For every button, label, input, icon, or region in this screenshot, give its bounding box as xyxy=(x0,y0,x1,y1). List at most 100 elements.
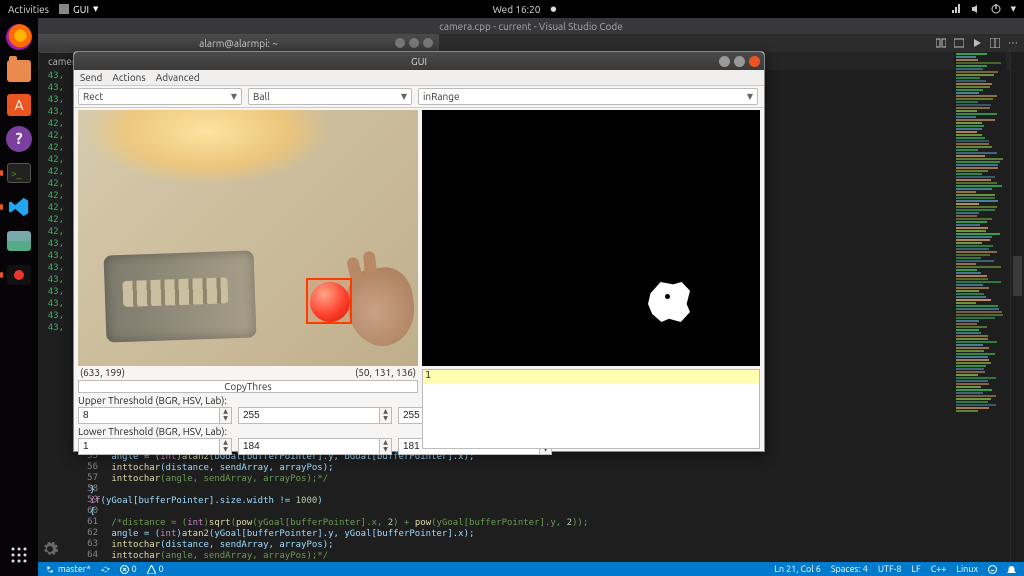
terminal-max-button[interactable] xyxy=(409,38,419,48)
dock-app-terminal[interactable]: >_ xyxy=(4,158,34,188)
dock-app-firefox[interactable] xyxy=(4,22,34,52)
copythres-button[interactable]: CopyThres xyxy=(78,380,418,393)
status-os[interactable]: Linux xyxy=(956,564,978,574)
menu-actions[interactable]: Actions xyxy=(112,72,145,83)
left-pane: (633, 199) (50, 131, 136) CopyThres Uppe… xyxy=(78,110,418,449)
close-button[interactable] xyxy=(749,56,760,67)
bell-icon xyxy=(1007,565,1016,574)
software-icon: A xyxy=(7,94,31,116)
dock-app-vscode[interactable] xyxy=(4,192,34,222)
combo-shape-value: Rect xyxy=(83,91,103,102)
image-icon xyxy=(7,231,31,251)
run-icon[interactable] xyxy=(972,38,982,48)
upper-a-input[interactable] xyxy=(78,407,219,424)
status-spaces[interactable]: Spaces: 4 xyxy=(831,564,868,574)
dock-app-gui[interactable] xyxy=(4,260,34,290)
mask-blob xyxy=(648,282,690,322)
status-lncol[interactable]: Ln 21, Col 6 xyxy=(774,564,820,574)
gui-toolbar: Rect ▼ Ball▼ inRange ▼ xyxy=(74,86,764,108)
lower-a-spin[interactable]: ▲▼ xyxy=(78,438,232,455)
combo-shape[interactable]: Rect ▼ xyxy=(78,88,242,105)
grid-icon xyxy=(10,546,28,564)
status-lang[interactable]: C++ xyxy=(931,564,947,574)
scrollbar-thumb[interactable] xyxy=(1013,256,1022,296)
combo-target[interactable]: Ball▼ xyxy=(248,88,412,105)
spin-down-icon[interactable]: ▼ xyxy=(380,447,391,455)
spin-down-icon[interactable]: ▼ xyxy=(380,416,391,424)
status-branch[interactable]: master* xyxy=(46,564,91,574)
settings-gear[interactable] xyxy=(41,540,59,558)
log-line-number: 1 xyxy=(425,370,431,381)
upper-b-spin[interactable]: ▲▼ xyxy=(238,407,392,424)
dock-app-software[interactable]: A xyxy=(4,90,34,120)
app-menu[interactable]: GUI ▼ xyxy=(59,4,98,15)
camera-view[interactable] xyxy=(78,110,418,366)
ubuntu-dock: A ? >_ xyxy=(0,18,38,576)
help-icon: ? xyxy=(6,126,32,152)
upper-threshold-label: Upper Threshold (BGR, HSV, Lab): xyxy=(78,395,418,406)
combo-method-value: inRange xyxy=(423,91,459,102)
terminal-icon: >_ xyxy=(7,163,31,183)
app-menu-label: GUI xyxy=(73,4,89,15)
combo-target-value: Ball xyxy=(253,91,270,102)
dock-app-files[interactable] xyxy=(4,56,34,86)
lower-b-spin[interactable]: ▲▼ xyxy=(238,438,392,455)
gui-window: GUI Send Actions Advanced Rect▼ Ball▼ in… xyxy=(73,51,765,452)
gui-titlebar[interactable]: GUI xyxy=(74,52,764,70)
show-applications-button[interactable] xyxy=(4,540,34,570)
layout-icon[interactable] xyxy=(990,38,1000,48)
vscode-icon xyxy=(6,194,32,220)
terminal-titlebar: alarm@alarmpi: ~ xyxy=(38,34,439,52)
minimize-button[interactable] xyxy=(719,56,730,67)
gui-menubar: Send Actions Advanced xyxy=(74,70,764,86)
split-editor-icon[interactable] xyxy=(936,38,946,48)
git-branch-icon xyxy=(46,565,55,574)
more-icon[interactable]: ⋯ xyxy=(1008,37,1018,49)
terminal-min-button[interactable] xyxy=(395,38,405,48)
firefox-icon xyxy=(6,24,32,50)
spin-down-icon[interactable]: ▼ xyxy=(220,447,231,455)
power-icon xyxy=(991,4,1001,14)
clock[interactable]: Wed 16:20 ● xyxy=(493,4,557,15)
lower-a-input[interactable] xyxy=(78,438,219,455)
lower-b-input[interactable] xyxy=(238,438,379,455)
terminal-close-button[interactable] xyxy=(423,38,433,48)
sync-icon xyxy=(101,565,110,574)
activities-button[interactable]: Activities xyxy=(8,4,49,15)
log-highlight xyxy=(423,370,759,383)
spin-down-icon[interactable]: ▼ xyxy=(220,416,231,424)
vscode-statusbar: master* 0 0 Ln 21, Col 6 Spaces: 4 UTF-8… xyxy=(38,562,1024,576)
dock-app-help[interactable]: ? xyxy=(4,124,34,154)
compare-icon[interactable] xyxy=(954,38,964,48)
upper-b-input[interactable] xyxy=(238,407,379,424)
status-errors[interactable]: 0 xyxy=(120,564,137,574)
maximize-button[interactable] xyxy=(734,56,745,67)
menu-advanced[interactable]: Advanced xyxy=(156,72,200,83)
vscode-scrollbar[interactable] xyxy=(1010,52,1024,562)
error-icon xyxy=(120,565,129,574)
detection-rectangle xyxy=(306,278,352,324)
menu-send[interactable]: Send xyxy=(80,72,102,83)
vscode-minimap[interactable] xyxy=(954,52,1006,562)
combo-method[interactable]: inRange ▼ xyxy=(418,88,758,105)
upper-a-spin[interactable]: ▲▼ xyxy=(78,407,232,424)
vscode-code-lower: angle = (int)atan2(bGoal[bufferPointer].… xyxy=(68,452,954,562)
status-encoding[interactable]: UTF-8 xyxy=(878,564,902,574)
terminal-title: alarm@alarmpi: ~ xyxy=(199,38,278,49)
right-pane: 1 xyxy=(422,110,760,449)
status-warnings[interactable]: 0 xyxy=(147,564,164,574)
camera-arm-shape xyxy=(104,251,257,343)
mask-view[interactable] xyxy=(422,110,760,366)
log-textarea[interactable]: 1 xyxy=(422,369,760,449)
status-bell[interactable] xyxy=(1007,565,1016,574)
vscode-titlebar: camera.cpp - current - Visual Studio Cod… xyxy=(38,18,1024,34)
chevron-down-icon: ▼ xyxy=(747,92,753,101)
system-tray[interactable]: ▼ xyxy=(951,4,1016,14)
files-icon xyxy=(7,60,31,82)
status-eol[interactable]: LF xyxy=(911,564,920,574)
network-icon xyxy=(951,4,961,14)
status-sync[interactable] xyxy=(101,565,110,574)
chevron-down-icon: ▼ xyxy=(231,92,237,101)
dock-app-imageviewer[interactable] xyxy=(4,226,34,256)
status-feedback[interactable] xyxy=(988,565,997,574)
